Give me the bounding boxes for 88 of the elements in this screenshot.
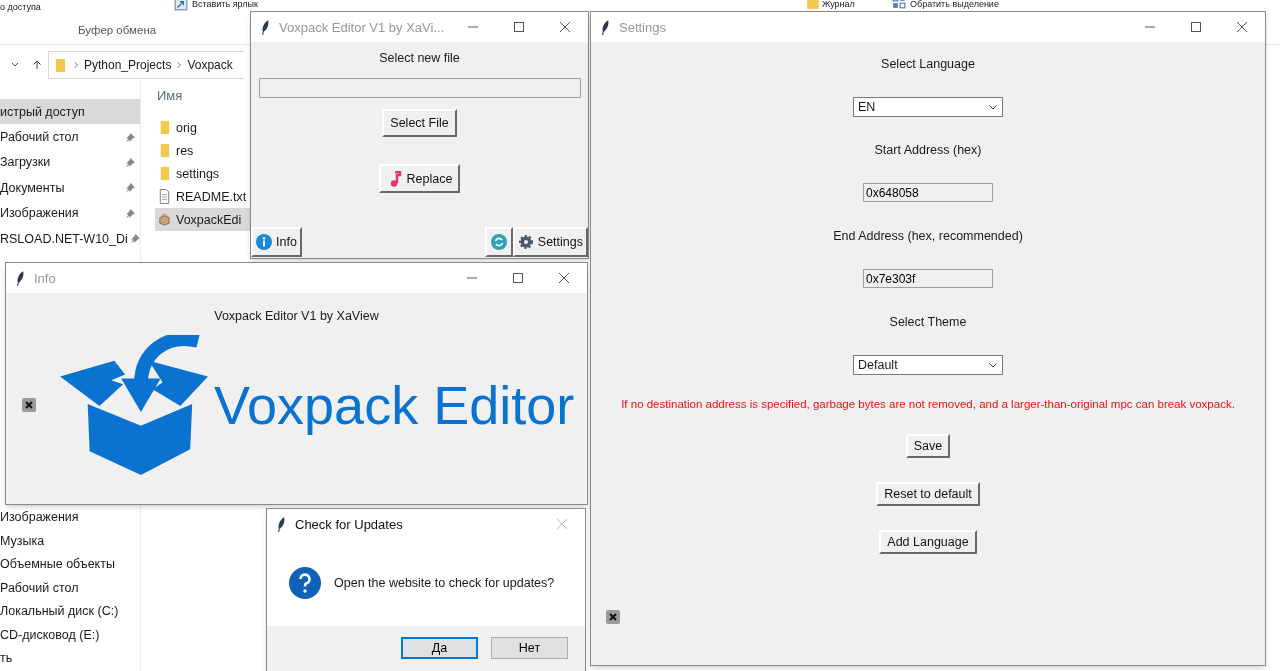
column-header[interactable]: Имя — [157, 81, 183, 111]
settings-action-button[interactable]: Save — [905, 434, 951, 458]
folder-icon — [158, 143, 171, 158]
maximize-icon — [512, 272, 524, 284]
folder-icon — [55, 57, 66, 73]
gear-icon — [517, 234, 534, 250]
address-field[interactable]: 0x648058 — [863, 183, 993, 202]
pin-icon — [125, 182, 136, 194]
settings-action-button[interactable]: Reset to default — [876, 482, 980, 506]
sidebar-item[interactable]: Рабочий стол — [0, 124, 140, 150]
window-title: Voxpack Editor V1 by XaVi... — [279, 19, 445, 35]
field-label: Start Address (hex) — [874, 142, 982, 157]
refresh-button[interactable] — [484, 227, 513, 257]
sidebar-item[interactable]: Объемные объекты — [0, 552, 140, 576]
close-icon — [556, 518, 568, 530]
file-item[interactable]: settings — [155, 162, 250, 185]
dialog-button[interactable]: Нет — [491, 637, 568, 659]
feather-icon — [601, 19, 610, 35]
field-label: Select Theme — [889, 314, 967, 329]
feather-icon — [277, 516, 286, 532]
pin-icon — [125, 207, 136, 219]
pin-icon — [129, 233, 141, 245]
feather-icon — [16, 270, 25, 286]
folder-icon — [158, 120, 171, 135]
window-title: Settings — [619, 19, 666, 35]
close-icon — [559, 21, 571, 33]
dropdown[interactable]: Default — [853, 354, 1003, 375]
warning-text: If no destination address is specified, garbage bytes are not removed, and a larger-than-original mpc can break voxpack. — [621, 398, 1235, 410]
file-item[interactable]: VoxpackEdi — [155, 208, 250, 231]
folder-icon — [158, 166, 171, 181]
prompt-label: Select new file — [379, 51, 460, 65]
field-label: Select Language — [881, 56, 975, 71]
sidebar-item[interactable]: Локальный диск (C:) — [0, 599, 140, 623]
shortcut-icon — [174, 0, 188, 11]
file-item[interactable]: orig — [155, 116, 250, 139]
field-label: End Address (hex, recommended) — [833, 228, 1023, 243]
sidebar-item[interactable]: Рабочий стол — [0, 575, 140, 600]
sidebar-item[interactable]: истрый доступ — [0, 99, 140, 125]
path-segment[interactable]: Voxpack — [187, 58, 233, 72]
address-field[interactable]: 0x7e303f — [863, 269, 993, 288]
settings-button[interactable]: Settings — [512, 227, 588, 257]
up-arrow-icon[interactable] — [32, 60, 42, 70]
close-icon — [558, 272, 570, 284]
sidebar-item[interactable]: Изображения — [0, 505, 140, 529]
ribbon-button[interactable]: Обратить выделение — [910, 0, 999, 9]
refresh-icon — [490, 234, 507, 250]
sidebar-item[interactable]: Документы — [0, 175, 140, 201]
path-segment[interactable]: Python_Projects — [84, 58, 172, 72]
sidebar-item[interactable]: ть — [0, 646, 140, 670]
document-icon — [158, 189, 171, 204]
window-title: Info — [34, 270, 56, 286]
select-file-button[interactable]: Select File — [382, 109, 457, 137]
box-logo-icon — [60, 335, 208, 475]
maximize-icon — [513, 21, 525, 33]
dropdown[interactable]: EN — [853, 96, 1003, 117]
sidebar-item[interactable]: Музыка — [0, 528, 140, 553]
sidebar-item[interactable]: RSLOAD.NET-W10_Di — [0, 225, 140, 252]
dialog-message: Open the website to check for updates? — [334, 575, 555, 590]
app-icon — [158, 212, 171, 227]
replace-button[interactable]: Replace — [378, 164, 461, 193]
chevron-right-icon — [176, 60, 183, 70]
pin-icon — [125, 156, 136, 168]
maximize-icon — [1190, 21, 1202, 33]
close-icon — [1236, 21, 1248, 33]
close-icon[interactable] — [606, 610, 620, 624]
ribbon-group-label: Буфер обмена — [78, 24, 157, 37]
info-icon — [256, 234, 272, 250]
file-item[interactable]: res — [155, 139, 250, 162]
settings-action-button[interactable]: Add Language — [879, 530, 977, 554]
info-button[interactable]: Info — [251, 227, 302, 257]
close-icon[interactable] — [22, 398, 36, 412]
ribbon-button[interactable]: Журнал — [822, 0, 855, 9]
sidebar-item[interactable]: CD-дисковод (E:) — [0, 622, 140, 647]
file-item[interactable]: README.txt — [155, 185, 250, 208]
address-bar[interactable]: Python_Projects Voxpack — [48, 51, 244, 79]
caption-text: Voxpack Editor V1 by XaView — [214, 309, 379, 323]
sidebar-item[interactable]: Изображения — [0, 200, 140, 226]
sidebar-item[interactable]: Загрузки — [0, 149, 140, 176]
dialog-button[interactable]: Да — [401, 637, 478, 659]
file-path-field[interactable] — [258, 78, 581, 98]
question-icon — [289, 566, 321, 599]
feather-icon — [261, 19, 270, 35]
pin-icon — [125, 131, 136, 143]
chevron-right-icon — [73, 60, 79, 70]
window-title: Check for Updates — [295, 516, 403, 532]
ribbon-label[interactable]: о доступа — [0, 3, 41, 12]
logo-text: Voxpack Editor — [214, 374, 575, 436]
ribbon-button[interactable]: Вставить ярлык — [192, 0, 258, 9]
